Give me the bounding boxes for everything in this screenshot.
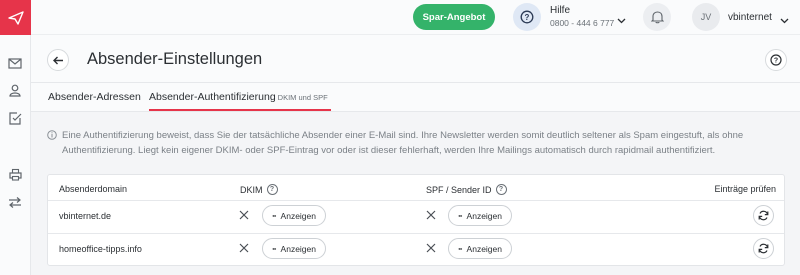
x-mark-icon xyxy=(239,243,249,253)
info-icon xyxy=(47,130,57,140)
show-spf-button[interactable]: Anzeigen xyxy=(448,205,512,226)
table-row: homeoffice-tipps.info Anzeigen Anzeigen xyxy=(48,233,784,264)
info-notice: Eine Authentifizierung beweist, dass Sie… xyxy=(47,128,777,158)
svg-text:?: ? xyxy=(774,58,778,65)
refresh-button[interactable] xyxy=(753,205,774,226)
column-header-domain: Absenderdomain xyxy=(59,184,127,194)
back-button[interactable] xyxy=(47,49,69,71)
bell-icon[interactable] xyxy=(643,3,671,31)
mail-icon[interactable] xyxy=(7,55,23,71)
column-header-check: Einträge prüfen xyxy=(714,184,776,194)
help-phone: 0800 - 444 6 777 xyxy=(550,18,615,28)
button-label: Anzeigen xyxy=(466,243,502,254)
refresh-icon xyxy=(758,210,769,221)
refresh-button[interactable] xyxy=(753,238,774,259)
question-icon[interactable]: ? xyxy=(266,184,278,195)
column-header-label: SPF / Sender ID xyxy=(426,184,492,195)
arrow-left-icon xyxy=(52,56,63,64)
svg-text:?: ? xyxy=(525,13,530,22)
question-icon[interactable]: ? xyxy=(495,184,507,195)
help-label: Hilfe xyxy=(550,5,571,16)
top-bar: Spar-Angebot ? Hilfe 0800 - 444 6 777 JV… xyxy=(31,0,800,35)
help-button[interactable]: ? xyxy=(765,49,787,71)
eye-icon xyxy=(458,247,463,250)
tab-label: Absender-Adressen xyxy=(48,91,141,103)
button-label: Anzeigen xyxy=(466,210,502,221)
button-label: Anzeigen xyxy=(280,210,316,221)
active-tab-indicator xyxy=(149,109,331,111)
info-text: Eine Authentifizierung beweist, dass Sie… xyxy=(62,130,744,156)
x-mark-icon xyxy=(239,210,249,220)
show-spf-button[interactable]: Anzeigen xyxy=(448,238,512,259)
table-row: vbinternet.de Anzeigen Anzeigen xyxy=(48,200,784,231)
left-rail xyxy=(0,0,31,275)
user-name[interactable]: vbinternet xyxy=(728,12,772,23)
page-title: Absender-Einstellungen xyxy=(87,50,263,68)
button-label: Anzeigen xyxy=(280,243,316,254)
paper-plane-icon xyxy=(7,10,24,25)
help-icon[interactable]: ? xyxy=(513,3,541,31)
tab-label: Absender-Authentifizierung xyxy=(149,91,276,103)
checklist-icon[interactable] xyxy=(7,110,23,126)
column-header-dkim: DKIM ? xyxy=(240,184,278,195)
column-header-label: DKIM xyxy=(240,184,263,195)
column-header-label: Absenderdomain xyxy=(59,184,128,194)
column-header-label: Einträge prüfen xyxy=(714,184,776,194)
chevron-down-icon[interactable] xyxy=(780,11,789,29)
domain-cell: vbinternet.de xyxy=(59,211,112,221)
promo-button[interactable]: Spar-Angebot xyxy=(413,4,495,30)
authentication-table: Absenderdomain DKIM ? SPF / Sender ID ? … xyxy=(47,174,785,266)
tab-sublabel: DKIM und SPF xyxy=(277,93,328,102)
eye-icon xyxy=(458,214,463,217)
tab-sender-authentication[interactable]: Absender-Authentifizierung DKIM und SPF xyxy=(149,91,328,103)
domain-cell: homeoffice-tipps.info xyxy=(59,244,142,254)
tab-bar: Absender-Adressen Absender-Authentifizie… xyxy=(31,83,800,112)
x-mark-icon xyxy=(426,210,436,220)
question-icon: ? xyxy=(770,54,782,66)
page-header: Absender-Einstellungen ? xyxy=(31,35,800,83)
chevron-down-icon[interactable] xyxy=(617,11,626,29)
column-header-spf: SPF / Sender ID ? xyxy=(426,184,507,195)
swap-arrows-icon[interactable] xyxy=(7,194,23,210)
logo[interactable] xyxy=(0,0,31,35)
show-dkim-button[interactable]: Anzeigen xyxy=(262,205,326,226)
eye-icon xyxy=(272,214,277,217)
user-icon[interactable] xyxy=(7,82,23,98)
help-menu[interactable]: Hilfe 0800 - 444 6 777 xyxy=(550,5,614,28)
show-dkim-button[interactable]: Anzeigen xyxy=(262,238,326,259)
eye-icon xyxy=(272,247,277,250)
avatar[interactable]: JV xyxy=(692,3,720,31)
printer-icon[interactable] xyxy=(7,166,23,182)
tab-sender-addresses[interactable]: Absender-Adressen xyxy=(48,91,141,103)
x-mark-icon xyxy=(426,243,436,253)
refresh-icon xyxy=(758,243,769,254)
